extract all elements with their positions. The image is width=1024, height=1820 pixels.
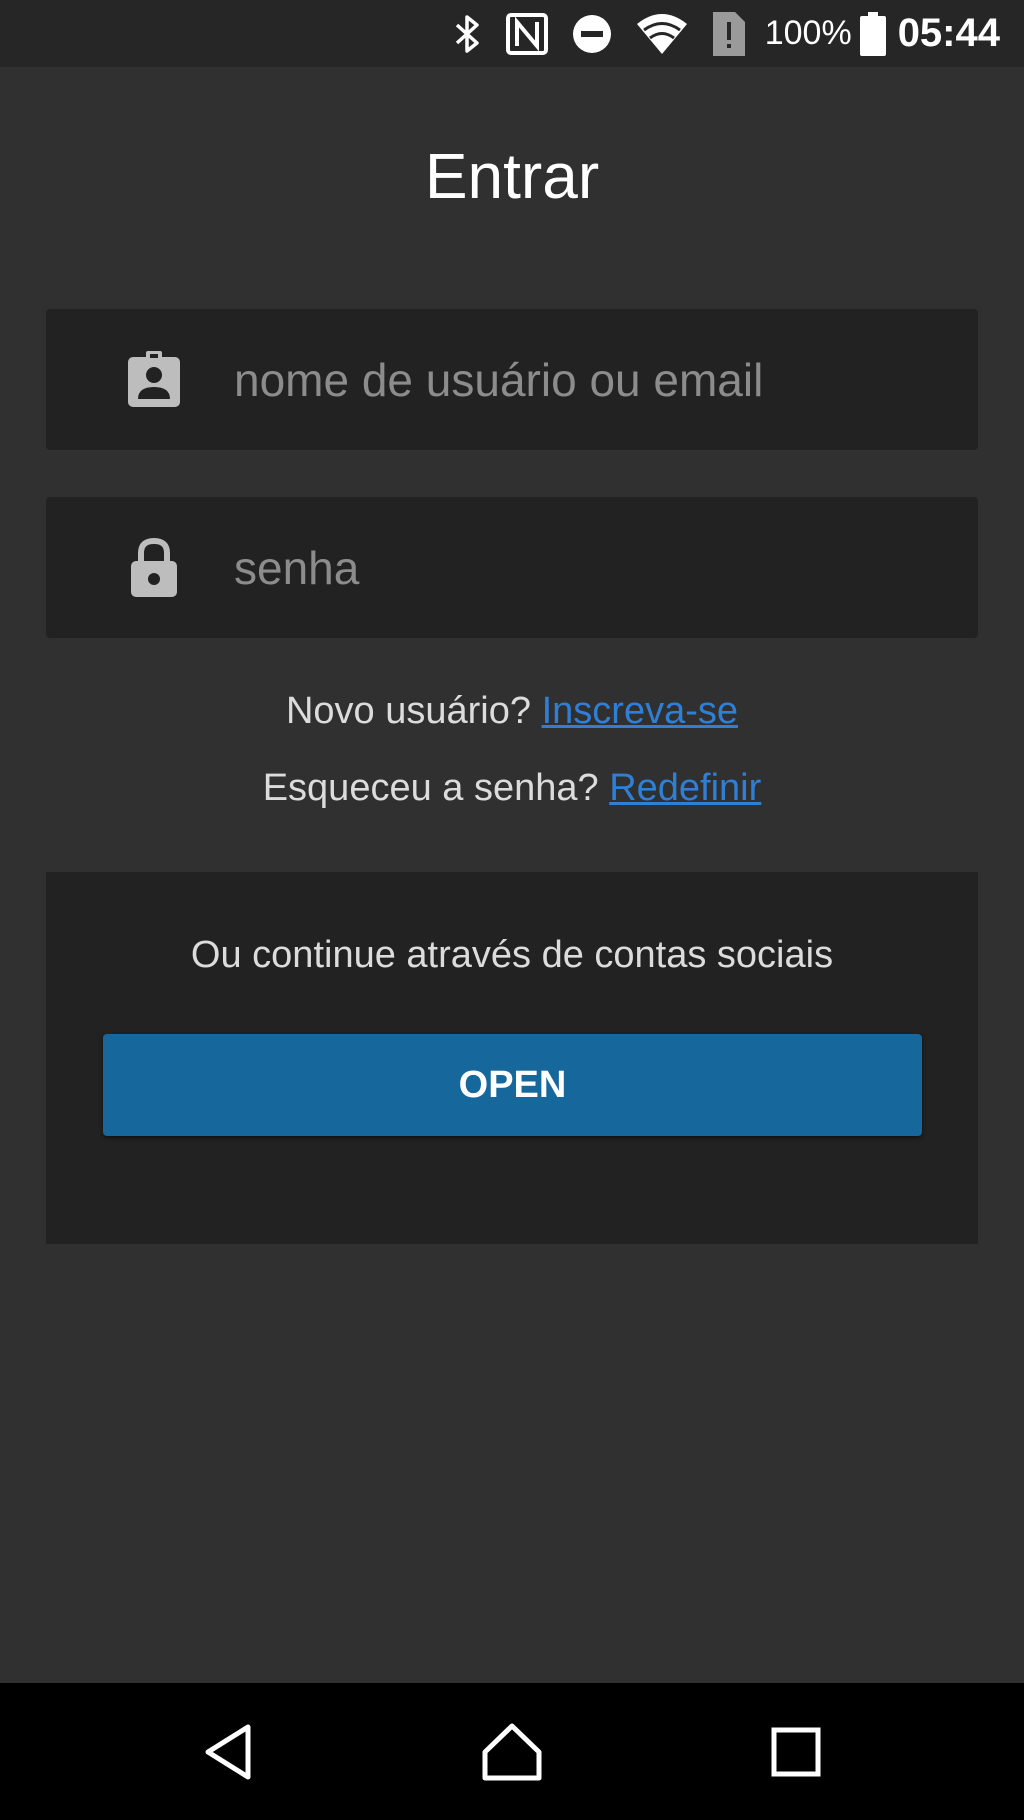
username-field[interactable] — [46, 309, 978, 450]
contact-badge-icon — [124, 350, 184, 410]
recents-icon[interactable] — [736, 1683, 856, 1820]
do-not-disturb-icon — [571, 13, 613, 55]
signup-link[interactable]: Inscreva-se — [542, 690, 738, 732]
password-field[interactable] — [46, 497, 978, 638]
nfc-icon — [505, 12, 549, 56]
social-login-card: Ou continue através de contas sociais OP… — [46, 872, 978, 1244]
open-button[interactable]: OPEN — [103, 1034, 922, 1136]
social-login-text: Ou continue através de contas sociais — [190, 934, 834, 976]
battery-icon — [859, 11, 886, 56]
back-icon[interactable] — [168, 1683, 288, 1820]
password-input[interactable] — [234, 497, 954, 638]
signup-line: Novo usuário? Inscreva-se — [0, 690, 1024, 733]
reset-password-link[interactable]: Redefinir — [609, 767, 761, 809]
reset-prompt: Esqueceu a senha? — [262, 767, 599, 809]
status-bar: 100% 05:44 — [0, 0, 1024, 67]
username-input[interactable] — [234, 309, 954, 450]
reset-line: Esqueceu a senha? Redefinir — [0, 767, 1024, 810]
lock-icon — [124, 537, 184, 598]
home-icon[interactable] — [452, 1683, 572, 1820]
login-screen: Entrar Novo usuário? Inscreva-se Esquece… — [0, 67, 1024, 1683]
sim-alert-icon — [711, 10, 747, 58]
signup-prompt: Novo usuário? — [285, 690, 532, 732]
wifi-icon — [635, 12, 689, 56]
clock: 05:44 — [897, 11, 1000, 55]
navigation-bar — [0, 1683, 1024, 1820]
bluetooth-icon — [453, 13, 483, 55]
page-title: Entrar — [424, 140, 600, 212]
battery-percent: 100% — [764, 14, 852, 52]
